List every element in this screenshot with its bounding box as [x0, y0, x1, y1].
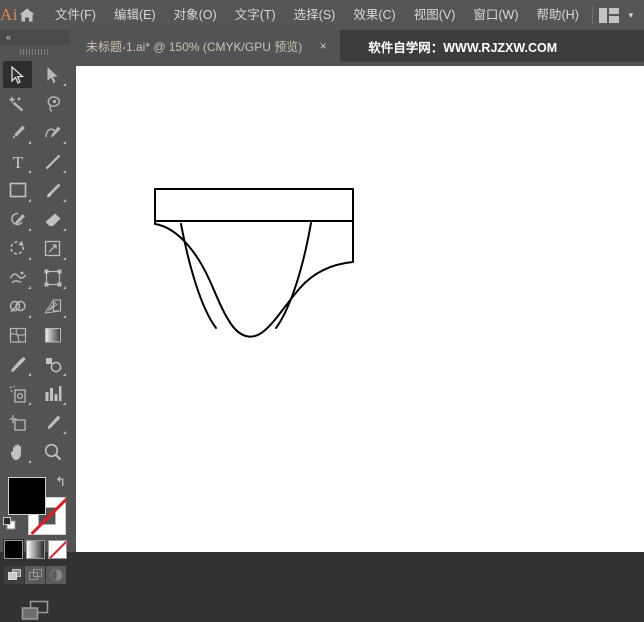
tool-flyout-indicator	[63, 170, 66, 173]
menu-bar: Ai 文件(F) 编辑(E) 对象(O) 文字(T) 选择(S) 效果(C) 视…	[0, 0, 644, 30]
close-icon[interactable]: ×	[316, 39, 330, 53]
fill-stroke-swatches: ↰	[0, 472, 70, 535]
tool-flyout-indicator	[28, 286, 31, 289]
swap-fill-stroke-icon[interactable]: ↰	[55, 474, 66, 490]
grip-dots-icon	[20, 48, 50, 55]
menu-item-file[interactable]: 文件(F)	[46, 0, 105, 30]
double-chevron-left-icon: «	[6, 32, 11, 42]
drawing-mode-buttons	[0, 566, 70, 584]
menu-item-type[interactable]: 文字(T)	[226, 0, 285, 30]
toolbar-drag-grip[interactable]	[0, 45, 70, 58]
shape-builder-tool[interactable]	[0, 292, 35, 321]
none-mode-button[interactable]	[47, 540, 67, 559]
draw-behind-button[interactable]	[25, 566, 45, 584]
default-fill-stroke-icon[interactable]	[3, 517, 16, 530]
draw-normal-button[interactable]	[4, 566, 24, 584]
svg-text:T: T	[12, 153, 23, 171]
menubar-right-controls: ▾	[588, 0, 644, 30]
free-transform-tool[interactable]	[35, 263, 70, 292]
tool-flyout-indicator	[63, 431, 66, 434]
tool-flyout-indicator	[63, 402, 66, 405]
gradient-mode-button[interactable]	[25, 540, 45, 559]
menu-item-effect[interactable]: 效果(C)	[344, 0, 404, 30]
tool-flyout-indicator	[63, 199, 66, 202]
eraser-tool[interactable]	[35, 205, 70, 234]
blend-tool[interactable]	[35, 350, 70, 379]
eyedropper-tool[interactable]	[0, 350, 35, 379]
arrange-documents-icon[interactable]	[598, 7, 619, 23]
paintbrush-tool[interactable]	[35, 176, 70, 205]
tool-flyout-indicator	[28, 199, 31, 202]
home-icon[interactable]	[18, 7, 36, 23]
tool-flyout-indicator	[63, 286, 66, 289]
column-graph-tool[interactable]	[35, 379, 70, 408]
ai-logo: Ai	[0, 5, 18, 24]
tool-flyout-indicator	[28, 141, 31, 144]
fill-swatch-black[interactable]	[8, 477, 46, 515]
tool-flyout-indicator	[63, 315, 66, 318]
watermark-text: 软件自学网：WWW.RJZXW.COM	[368, 40, 558, 55]
scale-tool[interactable]	[35, 234, 70, 263]
tool-flyout-indicator	[28, 257, 31, 260]
tool-flyout-indicator	[63, 257, 66, 260]
shaper-tool[interactable]	[0, 205, 35, 234]
color-mode-button[interactable]	[3, 540, 23, 559]
menu-item-view[interactable]: 视图(V)	[405, 0, 465, 30]
slice-tool[interactable]	[35, 408, 70, 437]
tool-flyout-indicator	[28, 460, 31, 463]
menu-item-object[interactable]: 对象(O)	[165, 0, 226, 30]
direct-selection-tool[interactable]	[35, 60, 70, 89]
tool-flyout-indicator	[63, 141, 66, 144]
document-tab-bar: 未标题-1.ai* @ 150% (CMYK/GPU 预览) × 软件自学网：W…	[70, 30, 644, 62]
symbol-sprayer-tool[interactable]	[0, 379, 35, 408]
hand-tool[interactable]	[0, 437, 35, 466]
tool-flyout-indicator	[28, 315, 31, 318]
menu-item-help[interactable]: 帮助(H)	[528, 0, 588, 30]
document-area[interactable]	[70, 62, 644, 552]
rectangle-tool[interactable]	[0, 176, 35, 205]
artboard-tool[interactable]	[0, 408, 35, 437]
document-tab[interactable]: 未标题-1.ai* @ 150% (CMYK/GPU 预览) ×	[70, 30, 341, 62]
briefs-underwear-drawing[interactable]	[76, 66, 644, 552]
tool-grid: T	[0, 58, 70, 466]
lasso-tool[interactable]	[35, 89, 70, 118]
menu-item-edit[interactable]: 编辑(E)	[105, 0, 165, 30]
tool-flyout-indicator	[28, 402, 31, 405]
change-screen-mode-button[interactable]	[0, 600, 70, 622]
chevron-down-icon[interactable]: ▾	[625, 10, 637, 21]
gradient-tool[interactable]	[35, 321, 70, 350]
tool-flyout-indicator	[63, 83, 66, 86]
width-tool[interactable]	[0, 263, 35, 292]
menu-item-select[interactable]: 选择(S)	[285, 0, 345, 30]
rotate-tool[interactable]	[0, 234, 35, 263]
selection-tool[interactable]	[3, 61, 32, 88]
document-tab-title: 未标题-1.ai* @ 150% (CMYK/GPU 预览)	[86, 39, 303, 54]
tool-flyout-indicator	[28, 373, 31, 376]
canvas-artboard[interactable]	[76, 66, 644, 552]
tools-panel: « T ↰	[0, 30, 70, 620]
illustrator-window: Ai 文件(F) 编辑(E) 对象(O) 文字(T) 选择(S) 效果(C) 视…	[0, 0, 644, 620]
tool-flyout-indicator	[28, 170, 31, 173]
toolbar-collapse-button[interactable]: «	[0, 30, 70, 45]
type-tool[interactable]: T	[0, 147, 35, 176]
tool-flyout-indicator	[63, 373, 66, 376]
zoom-tool[interactable]	[35, 437, 70, 466]
menu-item-window[interactable]: 窗口(W)	[464, 0, 527, 30]
menu-items: 文件(F) 编辑(E) 对象(O) 文字(T) 选择(S) 效果(C) 视图(V…	[46, 0, 588, 30]
curvature-tool[interactable]	[35, 118, 70, 147]
pen-tool[interactable]	[0, 118, 35, 147]
draw-inside-button[interactable]	[46, 566, 66, 584]
magic-wand-tool[interactable]	[0, 89, 35, 118]
mesh-tool[interactable]	[0, 321, 35, 350]
tool-flyout-indicator	[63, 228, 66, 231]
menu-divider-right	[591, 6, 593, 24]
line-segment-tool[interactable]	[35, 147, 70, 176]
color-mode-buttons	[0, 540, 70, 559]
tool-flyout-indicator	[28, 228, 31, 231]
perspective-grid-tool[interactable]	[35, 292, 70, 321]
